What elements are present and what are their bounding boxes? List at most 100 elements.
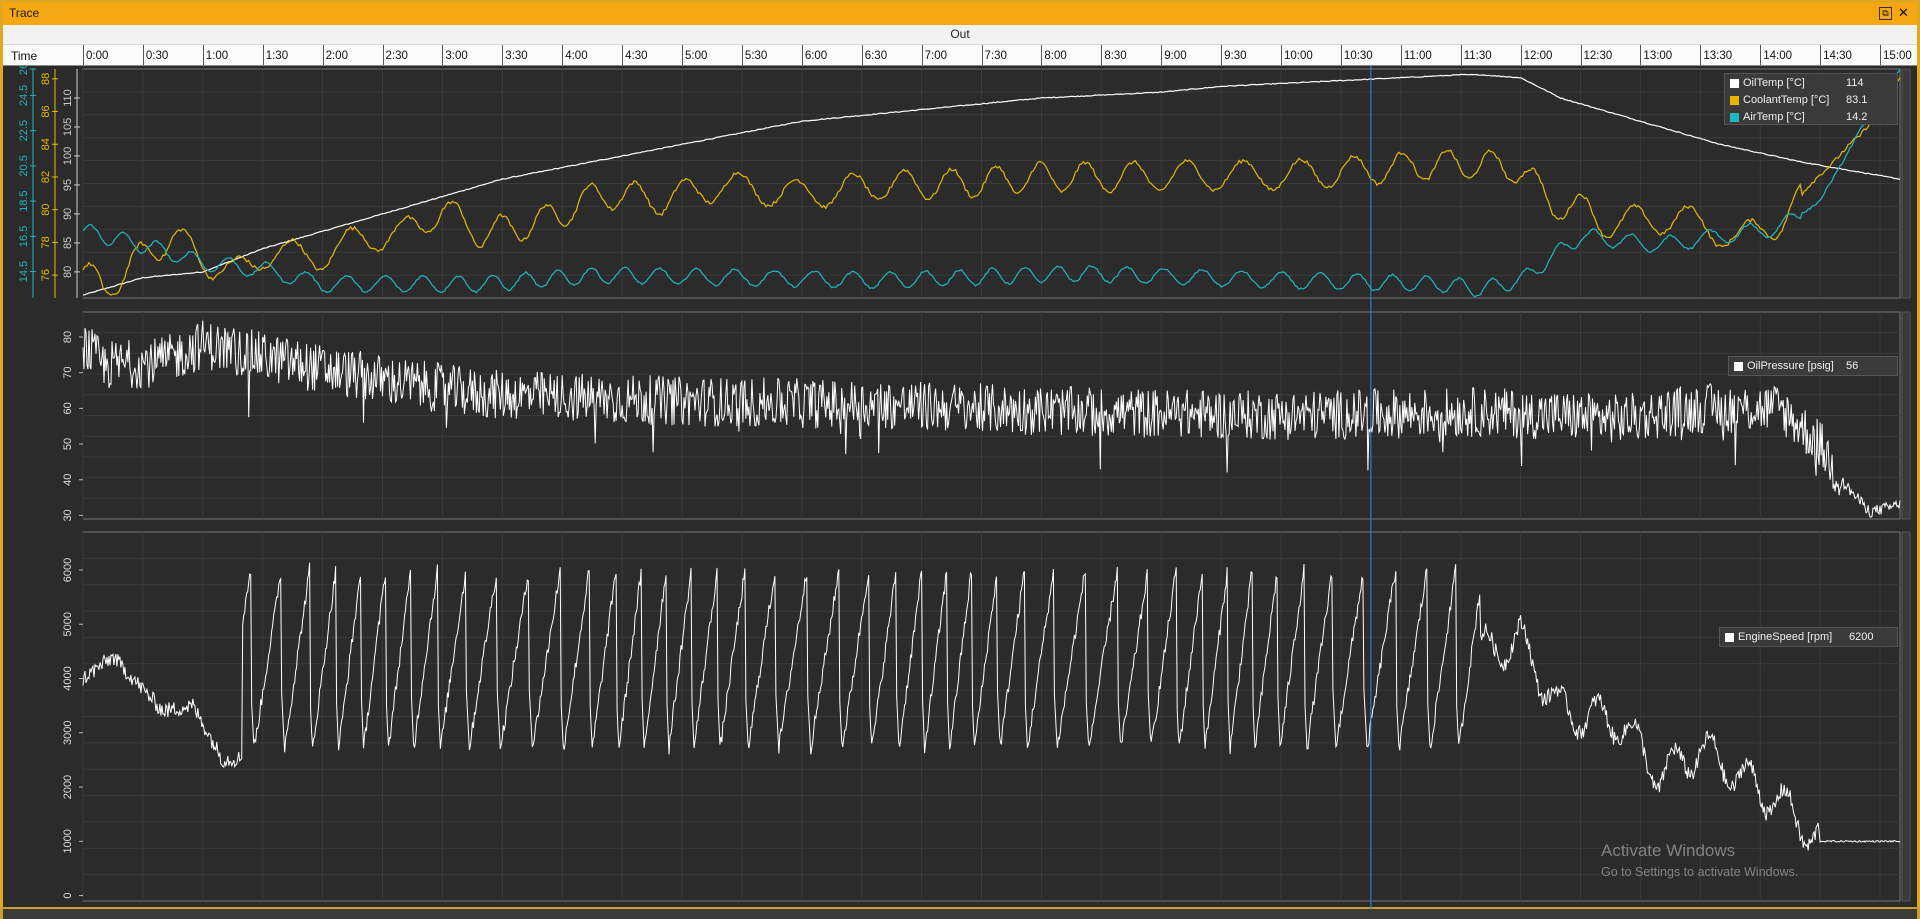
time-tick-label: 3:30	[505, 50, 528, 62]
legend-enginespeed: EngineSpeed [rpm] 6200	[1719, 627, 1898, 647]
popout-icon[interactable]: ⧉	[1879, 7, 1892, 20]
watermark-title: Activate Windows	[1601, 841, 1736, 860]
time-tick-mark	[622, 45, 624, 65]
coolanttemp-value: 83.1	[1846, 94, 1868, 106]
time-tick-mark	[562, 45, 564, 65]
time-tick-mark	[382, 45, 384, 65]
panel-vscroll	[1901, 68, 1911, 299]
enginespeed-value: 6200	[1849, 631, 1874, 643]
trace-panel: Out Time 0:00 0:30 1:00 1:30 2:00 2:30 3:00 3:3…	[3, 25, 1917, 919]
time-tick-label: 9:00	[1164, 50, 1187, 62]
time-tick-label: 10:00	[1284, 50, 1313, 62]
time-tick-mark	[1880, 45, 1882, 65]
time-tick-mark	[502, 45, 504, 65]
time-tick-mark	[442, 45, 444, 65]
legend-row-coolanttemp: CoolantTemp [°C] 83.1	[1725, 92, 1897, 108]
oilpressure-value: 56	[1846, 360, 1859, 372]
coolanttemp-swatch	[1730, 96, 1739, 105]
legend-oilpressure: OilPressure [psig] 56	[1728, 356, 1898, 376]
time-tick-label: 14:00	[1763, 50, 1792, 62]
time-axis[interactable]: Time 0:00 0:30 1:00 1:30 2:00 2:30 3:00 3:30 4:0…	[3, 45, 1917, 66]
oilpressure-swatch	[1734, 362, 1743, 371]
time-tick-label: 8:00	[1044, 50, 1067, 62]
legend-row-enginespeed: EngineSpeed [rpm] 6200	[1720, 629, 1897, 645]
time-tick-mark	[921, 45, 923, 65]
trace-window: Trace ⧉ ✕ Out Time 0:00 0:30 1:00 1:30 2:00 2…	[0, 0, 1920, 919]
charts-svg[interactable]: 14.516.518.520.522.524.52676788082848688…	[3, 66, 1917, 909]
time-tick-mark	[1161, 45, 1163, 65]
time-tick-label: 3:00	[445, 50, 468, 62]
time-tick-label: 4:30	[625, 50, 648, 62]
time-tick-label: 1:00	[205, 50, 229, 62]
legend-temperatures: OilTemp [°C] 114 CoolantTemp [°C] 83.1 A…	[1724, 73, 1898, 125]
time-tick-mark	[202, 45, 204, 65]
out-header: Out	[3, 25, 1917, 45]
time-tick-mark	[142, 45, 144, 65]
time-tick-mark	[741, 45, 743, 65]
time-tick-label: 15:00	[1883, 50, 1912, 62]
time-tick-label: 12:00	[1523, 50, 1553, 62]
time-tick-label: 7:30	[984, 50, 1007, 62]
charts-area[interactable]: 14.5 16.5 18.5 20.5 22.5 24.5 26 76 78 80 82 84 86 88…	[3, 66, 1917, 919]
time-tick-label: 2:00	[325, 50, 348, 62]
window-title: Trace	[9, 6, 40, 20]
oiltemp-swatch	[1730, 79, 1739, 88]
time-tick-label: 0:00	[86, 50, 109, 62]
oilpressure-name: OilPressure [psig]	[1747, 360, 1834, 372]
time-tick-label: 7:00	[924, 50, 947, 62]
legend-row-airtemp: AirTemp [°C] 14.2	[1725, 109, 1897, 125]
time-tick-mark	[83, 45, 84, 65]
time-tick-mark	[981, 45, 983, 65]
time-tick-mark	[1400, 45, 1402, 65]
time-tick-mark	[1520, 45, 1522, 65]
time-tick-label: 5:00	[685, 50, 708, 62]
time-tick-mark	[1640, 45, 1642, 65]
time-tick-mark	[1820, 45, 1822, 65]
watermark-subtitle: Go to Settings to activate Windows.	[1601, 865, 1799, 879]
time-tick-label: 11:30	[1463, 50, 1492, 62]
legend-row-oiltemp: OilTemp [°C] 114	[1725, 75, 1897, 91]
time-tick-mark	[682, 45, 683, 65]
airtemp-value: 14.2	[1846, 111, 1868, 123]
time-tick-label: 6:30	[864, 50, 888, 62]
airtemp-swatch	[1730, 113, 1739, 122]
close-icon[interactable]: ✕	[1896, 5, 1911, 21]
time-tick-mark	[1101, 45, 1103, 65]
time-tick-label: 8:30	[1104, 50, 1127, 62]
oiltemp-value: 114	[1846, 77, 1864, 89]
time-tick-mark	[1340, 45, 1342, 65]
time-tick-label: 6:00	[804, 50, 828, 62]
time-tick-label: 10:30	[1343, 50, 1373, 62]
time-tick-label: 14:30	[1823, 50, 1852, 62]
time-tick-mark	[1041, 45, 1043, 65]
time-tick-mark	[1760, 45, 1762, 65]
out-label: Out	[950, 27, 970, 41]
enginespeed-swatch	[1725, 633, 1734, 642]
enginespeed-name: EngineSpeed [rpm]	[1738, 631, 1833, 643]
time-tick-mark	[861, 45, 863, 65]
legend-row-oilpressure: OilPressure [psig] 56	[1729, 358, 1897, 374]
oiltemp-name: OilTemp [°C]	[1743, 77, 1805, 89]
time-tick-mark	[1221, 45, 1223, 65]
time-tick-mark	[262, 45, 264, 65]
horizontal-scrollbar[interactable]	[3, 909, 1917, 919]
time-tick-label: 0:30	[145, 50, 169, 62]
time-tick-mark	[1700, 45, 1702, 65]
time-tick-mark	[1580, 45, 1582, 65]
airtemp-name: AirTemp [°C]	[1743, 111, 1805, 123]
time-tick-mark	[1281, 45, 1283, 65]
time-tick-mark	[1460, 45, 1462, 65]
time-tick-label: 13:30	[1703, 50, 1733, 62]
time-tick-label: 9:30	[1224, 50, 1247, 62]
time-tick-label: 5:30	[744, 50, 768, 62]
panel-vscroll	[1901, 531, 1911, 902]
coolanttemp-name: CoolantTemp [°C]	[1743, 94, 1830, 106]
time-tick-mark	[801, 45, 803, 65]
time-tick-mark	[322, 45, 324, 65]
time-tick-label: 4:00	[565, 50, 588, 62]
time-tick-label: 11:00	[1403, 50, 1432, 62]
panel-vscroll	[1901, 311, 1911, 520]
time-tick-label: 1:30	[265, 50, 289, 62]
time-tick-label: 12:30	[1583, 50, 1613, 62]
title-bar[interactable]: Trace ⧉ ✕	[3, 3, 1917, 25]
